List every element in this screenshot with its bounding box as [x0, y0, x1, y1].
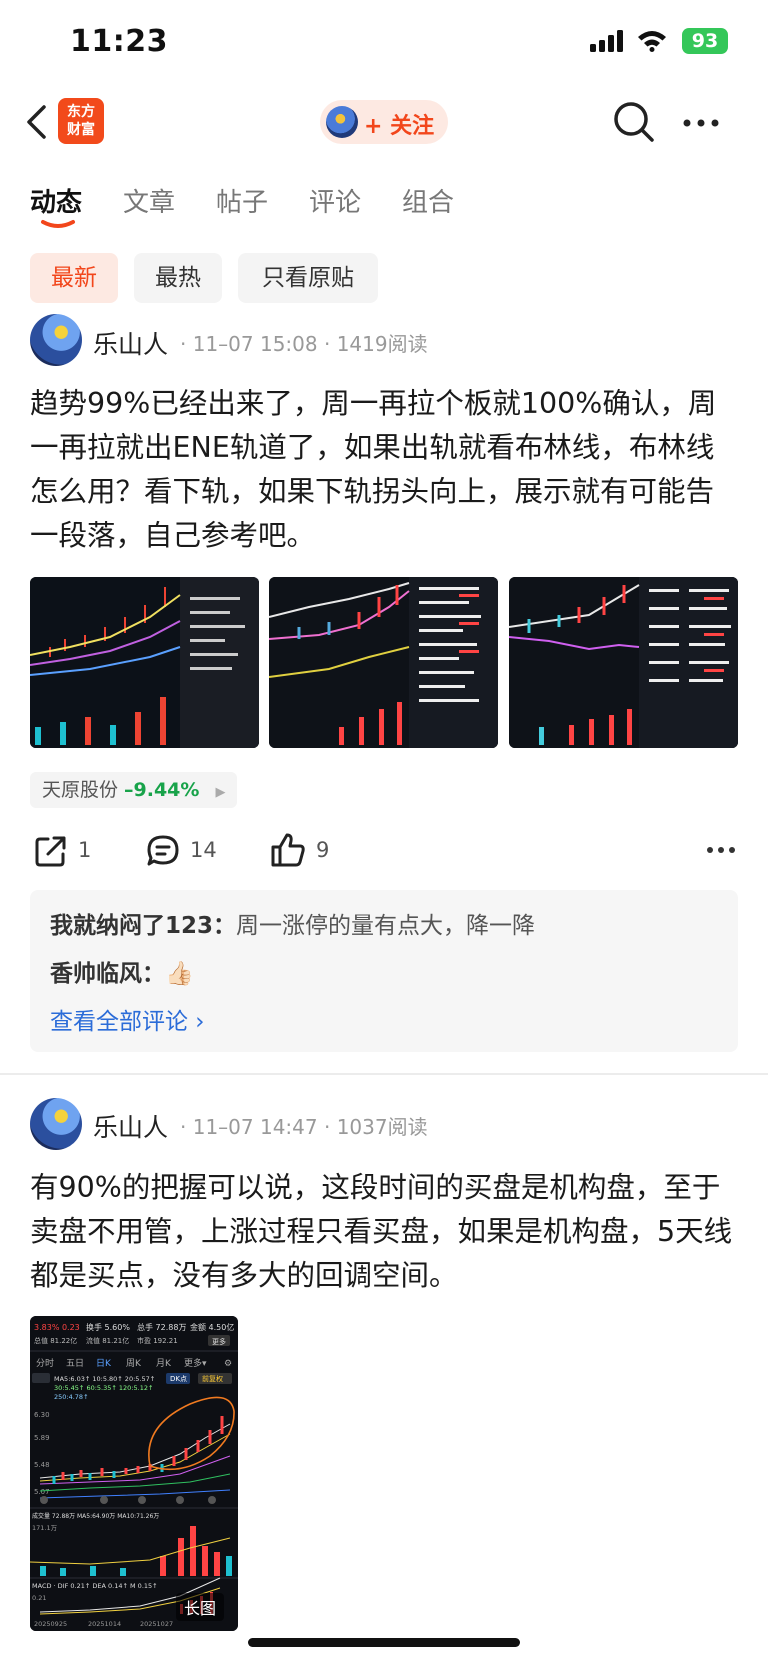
img-more: 更多 — [212, 1337, 226, 1346]
img-change: 3.83% 0.23 — [34, 1323, 80, 1332]
post-image-1[interactable] — [30, 577, 259, 748]
wifi-icon — [638, 31, 666, 52]
post-divider — [0, 1073, 768, 1075]
stock-tag[interactable]: 天原股份 –9.44% ▶ — [30, 772, 238, 808]
comment-item[interactable]: 香帅临风：👍🏻 — [50, 954, 194, 988]
img-vol-label: 成交量 72.88万 MA5:64.90万 MA10:71.26万 — [32, 1512, 159, 1520]
back-arrow-icon[interactable] — [24, 104, 48, 140]
img-price: 5.07 — [34, 1488, 50, 1496]
img-ma2: 30:5.45↑ 60:5.35↑ 120:5.12↑ — [54, 1384, 153, 1392]
like-icon[interactable] — [270, 832, 306, 868]
img-turnover: 换手 5.60% — [86, 1322, 130, 1332]
img-period: 更多▾ — [184, 1357, 207, 1369]
img-period: 月K — [156, 1358, 172, 1369]
post-meta: · 11–07 15:08 · 1419阅读 — [180, 332, 428, 356]
filter-original-only[interactable]: 只看原贴 — [238, 253, 378, 303]
home-indicator — [248, 1638, 520, 1647]
post-author[interactable]: 乐山人 — [93, 325, 168, 361]
see-all-comments-link[interactable]: 查看全部评论 › — [50, 1002, 205, 1036]
post-reads: 1419阅读 — [336, 332, 428, 356]
tab-active-indicator — [41, 220, 75, 228]
share-icon[interactable] — [34, 834, 68, 868]
img-date: 20250925 — [34, 1620, 67, 1628]
img-period: 日K — [96, 1358, 112, 1369]
img-macd: MACD · DIF 0.21↑ DEA 0.14↑ M 0.15↑ — [32, 1582, 158, 1590]
long-image-tag: 长图 — [175, 1593, 224, 1621]
tab-posts[interactable]: 帖子 — [216, 182, 268, 219]
comment-text: 👍🏻 — [165, 961, 194, 987]
post-text[interactable]: 有90%的把握可以说，这段时间的买盘是机构盘，至于卖盘不用管，上涨过程只看买盘，… — [30, 1166, 740, 1298]
post-text[interactable]: 趋势99%已经出来了，周一再拉个板就100%确认，周一再拉就出ENE轨道了，如果… — [30, 382, 740, 558]
img-ma3: 250:4.78↑ — [54, 1393, 89, 1401]
post-image-3[interactable] — [509, 577, 738, 748]
filter-hottest[interactable]: 最热 — [134, 253, 222, 303]
search-icon[interactable] — [612, 100, 656, 144]
img-macd-val: 0.21 — [32, 1594, 46, 1602]
follow-button[interactable]: + 关注 — [320, 100, 448, 144]
img-vol-max: 171.1万 — [32, 1524, 58, 1532]
comment-count: 14 — [190, 838, 217, 862]
img-pe: 市盈 192.21 — [137, 1336, 178, 1345]
img-adj: 前复权 — [202, 1374, 223, 1383]
author-avatar[interactable] — [30, 314, 82, 366]
stock-name: 天原股份 — [42, 779, 119, 801]
img-price: 6.30 — [34, 1411, 50, 1419]
battery-indicator: 93 — [682, 28, 728, 54]
img-period: 周K — [126, 1358, 142, 1369]
author-avatar[interactable] — [30, 1098, 82, 1150]
comment-text: 周一涨停的量有点大，降一降 — [236, 913, 536, 939]
post-time: 11–07 15:08 — [192, 332, 318, 356]
follow-avatar — [326, 106, 358, 138]
post-more-icon[interactable] — [706, 846, 736, 854]
tab-articles[interactable]: 文章 — [123, 182, 175, 219]
cellular-signal-icon — [590, 30, 623, 52]
img-price: 5.89 — [34, 1434, 50, 1442]
tab-dynamics[interactable]: 动态 — [30, 182, 82, 219]
tab-comments[interactable]: 评论 — [309, 182, 361, 219]
status-time: 11:23 — [70, 24, 168, 59]
img-price: 5.48 — [34, 1461, 50, 1469]
post-long-image[interactable]: 3.83% 0.23 换手 5.60% 总手 72.88万 金额 4.50亿 总… — [30, 1316, 238, 1631]
tab-portfolio[interactable]: 组合 — [402, 182, 454, 219]
post-author[interactable]: 乐山人 — [93, 1108, 168, 1144]
img-hands: 总手 72.88万 — [137, 1322, 186, 1332]
comment-user: 香帅临风： — [50, 961, 165, 987]
img-dk: DK点 — [170, 1375, 187, 1383]
img-cap: 总值 81.22亿 — [34, 1336, 77, 1345]
svg-text:⚙: ⚙ — [224, 1359, 232, 1369]
img-period: 五日 — [66, 1358, 84, 1369]
post-time: 11–07 14:47 — [192, 1115, 318, 1139]
post-meta: · 11–07 14:47 · 1037阅读 — [180, 1115, 428, 1139]
comment-icon[interactable] — [146, 834, 180, 868]
post-reads: 1037阅读 — [336, 1115, 428, 1139]
eastmoney-logo: 东方 财富 — [58, 98, 104, 144]
img-float: 流值 81.21亿 — [86, 1336, 129, 1345]
like-count: 9 — [316, 838, 330, 862]
chevron-right-icon: ▶ — [215, 785, 226, 800]
img-date: 20251027 — [140, 1620, 173, 1628]
img-amount: 金额 4.50亿 — [190, 1322, 234, 1332]
share-count: 1 — [78, 838, 92, 862]
stock-change: –9.44% — [124, 779, 200, 801]
img-ma1: MA5:6.03↑ 10:5.80↑ 20:5.57↑ — [54, 1375, 155, 1383]
filter-latest[interactable]: 最新 — [30, 253, 118, 303]
img-date: 20251014 — [88, 1620, 121, 1628]
post-image-2[interactable] — [269, 577, 498, 748]
comment-item[interactable]: 我就纳闷了123：周一涨停的量有点大，降一降 — [50, 906, 535, 940]
more-icon[interactable] — [682, 118, 720, 128]
img-period: 分时 — [36, 1357, 54, 1369]
follow-label: + 关注 — [364, 114, 435, 139]
comment-user: 我就纳闷了123： — [50, 913, 237, 939]
comments-preview: 我就纳闷了123：周一涨停的量有点大，降一降 香帅临风：👍🏻 查看全部评论 › — [30, 890, 738, 1052]
